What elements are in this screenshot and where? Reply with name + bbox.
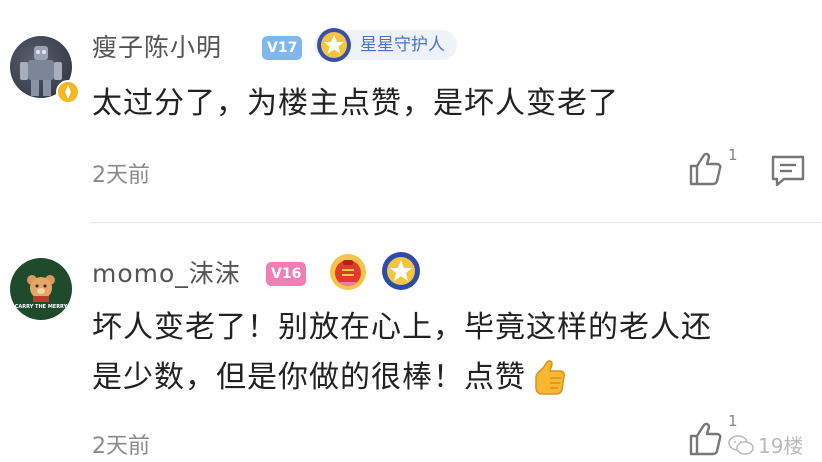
- verified-badge-icon: [56, 80, 80, 108]
- username[interactable]: 瘦子陈小明: [92, 28, 222, 64]
- reply-button[interactable]: [770, 154, 806, 192]
- thumbs-up-icon: [689, 422, 722, 456]
- comment-item: 瘦子陈小明 V17 星星守护人 太过分了，为楼主点赞，是坏人变老了 2天前 1: [0, 0, 822, 222]
- username[interactable]: momo_沫沫: [92, 254, 241, 290]
- watermark-text: 19楼: [758, 434, 804, 458]
- thumbs-up-emoji-icon: [535, 360, 565, 395]
- level-badge: V17: [262, 36, 303, 60]
- like-count: 1: [728, 146, 738, 164]
- star-medal-icon: [382, 252, 420, 290]
- level-badge: V16: [266, 262, 307, 286]
- watermark: 19楼: [728, 430, 803, 459]
- like-button[interactable]: [686, 150, 724, 192]
- comment-text-content: 是少数，但是你做的很棒！点赞: [92, 360, 526, 395]
- comment-icon: [771, 155, 805, 187]
- comment-item: CARRY THE MERRY momo_沫沫 V16 坏人变老了！别放在心上，…: [0, 224, 822, 462]
- divider: [90, 222, 822, 223]
- comment-text-line: 坏人变老了！别放在心上，毕竟这样的老人还: [92, 310, 712, 345]
- star-medal[interactable]: [380, 250, 422, 292]
- comment-time: 2天前: [92, 434, 150, 459]
- avatar-caption: CARRY THE MERRY: [14, 304, 68, 310]
- avatar[interactable]: CARRY THE MERRY: [10, 258, 72, 320]
- comment-text: 太过分了，为楼主点赞，是坏人变老了: [92, 86, 619, 121]
- thumbs-up-icon: [689, 152, 722, 186]
- like-button[interactable]: [686, 420, 724, 462]
- comment-text-line: 是少数，但是你做的很棒！点赞: [92, 356, 568, 400]
- lantern-medal[interactable]: [328, 252, 368, 292]
- star-medal-icon: [317, 28, 351, 62]
- like-count: 1: [728, 412, 738, 430]
- star-guardian-badge[interactable]: 星星守护人: [314, 28, 457, 62]
- bear-avatar-icon: [27, 275, 55, 302]
- comment-time: 2天前: [92, 163, 150, 188]
- wechat-icon: [728, 434, 754, 455]
- lantern-medal-icon: [330, 254, 366, 290]
